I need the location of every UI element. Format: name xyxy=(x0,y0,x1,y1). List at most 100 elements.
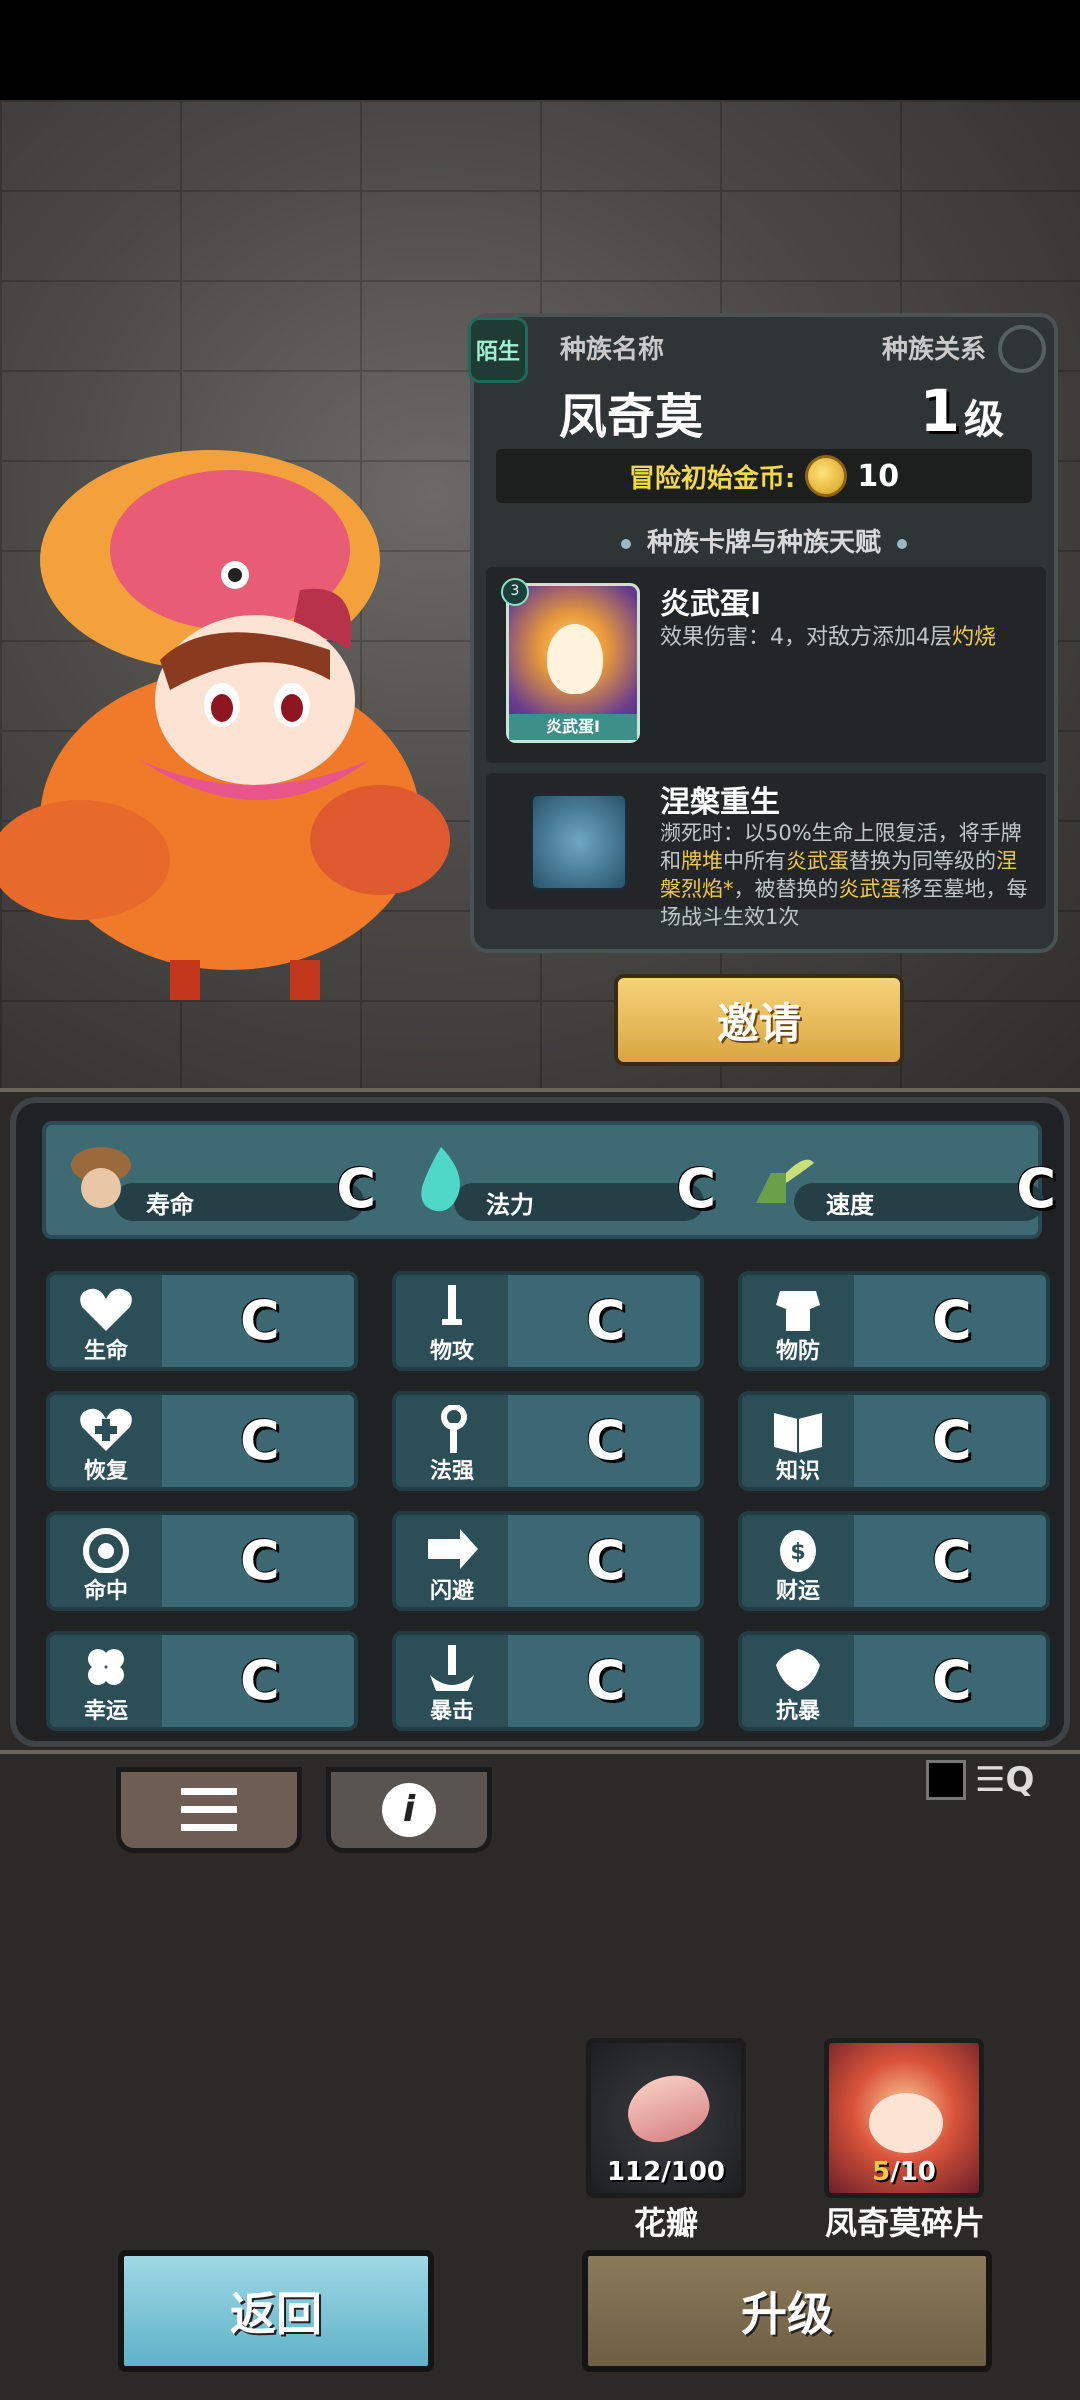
stat-name: 暴击 xyxy=(429,1699,474,1724)
swirl-icon xyxy=(998,325,1046,373)
dot-icon xyxy=(897,538,907,549)
talent-desc-keyword: 炎武蛋 xyxy=(838,877,902,901)
resource-shard[interactable]: 5/10 xyxy=(824,2038,984,2198)
stat-cell-magic-power[interactable]: 法强 C xyxy=(392,1391,704,1491)
blue-flame-icon xyxy=(421,1147,460,1212)
tab-list[interactable] xyxy=(116,1767,302,1853)
starting-gold-value: 10 xyxy=(857,458,900,494)
card-image-caption: 炎武蛋I xyxy=(509,714,637,740)
stat-grade: C xyxy=(240,1649,280,1712)
stat-cell-hp[interactable]: 生命 C xyxy=(46,1271,358,1371)
race-relation-label: 种族关系 xyxy=(881,335,986,365)
stat-name: 法力 xyxy=(486,1191,534,1219)
stat-grade: C xyxy=(586,1649,626,1712)
stat-grade: C xyxy=(586,1409,626,1472)
dot-icon xyxy=(620,538,631,549)
stat-name: 物攻 xyxy=(429,1339,474,1364)
stat-cell-regen[interactable]: 恢复 C xyxy=(46,1391,358,1491)
heart-plus-icon xyxy=(80,1408,132,1451)
race-card-row[interactable]: 3 炎武蛋I 炎武蛋I 效果伤害：4，对敌方添加4层灼烧 xyxy=(486,567,1046,763)
stat-grade: C xyxy=(932,1529,972,1592)
resource-count-current: 5 xyxy=(872,2157,891,2187)
talent-desc-text: 中所有 xyxy=(723,849,786,873)
stat-cell-accuracy[interactable]: 命中 C xyxy=(46,1511,358,1611)
stat-grade: C xyxy=(932,1409,972,1472)
relation-tag-badge: 陌生 xyxy=(468,317,528,383)
main-stat-speed[interactable]: 速度 C xyxy=(746,1143,1066,1221)
starting-gold-label: 冒险初始金币: xyxy=(628,463,796,494)
talent-desc-text: ，被替换的 xyxy=(733,877,839,901)
book-icon xyxy=(774,1413,822,1453)
talent-desc-text: 替换为同等级的 xyxy=(849,849,996,873)
list-icon xyxy=(181,1788,237,1832)
shield-flower-icon xyxy=(776,1649,820,1691)
resource-petal[interactable]: 112/100 xyxy=(586,2038,746,2198)
card-desc-text: 效果伤害：4，对敌方添加4层 xyxy=(660,625,952,650)
section-title: 种族卡牌与种族天赋 xyxy=(474,522,1054,559)
main-stat-mana[interactable]: 法力 C xyxy=(406,1143,726,1221)
stat-cell-fortune[interactable]: $ 财运 C xyxy=(738,1511,1050,1611)
sword-icon xyxy=(442,1285,462,1325)
stat-cell-crit[interactable]: 暴击 C xyxy=(392,1631,704,1731)
target-icon xyxy=(83,1528,129,1573)
flame-egg-icon xyxy=(547,624,603,694)
stat-cell-dodge[interactable]: 闪避 C xyxy=(392,1511,704,1611)
stat-name: 抗暴 xyxy=(775,1699,820,1724)
filter-search-icon[interactable]: ☰Q xyxy=(975,1760,1045,1804)
stat-cell-crit-resist[interactable]: 抗暴 C xyxy=(738,1631,1050,1731)
race-card-image[interactable]: 3 炎武蛋I xyxy=(501,578,640,743)
tab-info[interactable]: i xyxy=(326,1767,492,1853)
panel-frame-bottom xyxy=(0,1750,1080,1754)
race-level: 1 级 xyxy=(920,377,1004,445)
resource-label: 花瓣 xyxy=(633,2204,698,2242)
stat-name: 物防 xyxy=(775,1339,820,1364)
stat-name: 生命 xyxy=(83,1339,128,1364)
section-title-text: 种族卡牌与种族天赋 xyxy=(646,528,881,558)
filter-checkbox[interactable] xyxy=(926,1760,966,1800)
stat-name: 法强 xyxy=(429,1459,474,1484)
resource-count: 112/100 xyxy=(606,2157,726,2187)
card-desc-keyword: 灼烧 xyxy=(952,625,997,650)
panel-frame-top xyxy=(0,1088,1080,1092)
stat-name: 命中 xyxy=(83,1579,128,1604)
talent-desc-keyword: 炎武蛋 xyxy=(786,849,849,873)
stat-name: 速度 xyxy=(826,1191,874,1219)
stat-grade: C xyxy=(932,1289,972,1352)
stat-cell-luck[interactable]: 幸运 C xyxy=(46,1631,358,1731)
starting-gold-bar: 冒险初始金币: 10 xyxy=(496,449,1032,503)
stat-grade: C xyxy=(1016,1157,1056,1220)
phoenix-character-art xyxy=(0,450,450,1000)
staff-icon xyxy=(441,1405,467,1453)
stat-grade: C xyxy=(240,1529,280,1592)
invite-button[interactable]: 邀请 xyxy=(614,974,904,1066)
talent-desc-keyword: 牌堆 xyxy=(681,849,723,873)
crit-icon xyxy=(430,1645,474,1691)
svg-text:$: $ xyxy=(790,1540,805,1565)
upgrade-button[interactable]: 升级 xyxy=(582,2250,992,2372)
stat-grade: C xyxy=(676,1157,716,1220)
heart-icon xyxy=(80,1288,132,1331)
status-bar xyxy=(0,0,1080,100)
stat-grade: C xyxy=(240,1289,280,1352)
winged-boot-icon xyxy=(756,1159,814,1203)
gold-coin-icon xyxy=(805,455,848,497)
stat-cell-phys-atk[interactable]: 物攻 C xyxy=(392,1271,704,1371)
race-info-panel: 陌生 种族名称 种族关系 凤奇莫 1 级 冒险初始金币: 10 种族卡牌与种族天… xyxy=(468,313,1058,953)
stat-name: 知识 xyxy=(775,1459,820,1484)
race-talent-row[interactable]: 涅槃重生 濒死时：以50%生命上限复活，将手牌和牌堆中所有炎武蛋替换为同等级的涅… xyxy=(486,773,1046,929)
info-icon: i xyxy=(382,1783,436,1837)
level-unit: 级 xyxy=(964,397,1004,443)
stat-grade: C xyxy=(336,1157,376,1220)
stat-name: 幸运 xyxy=(83,1699,128,1724)
stat-grade: C xyxy=(586,1529,626,1592)
main-stat-lifespan[interactable]: 寿命 C xyxy=(66,1143,386,1221)
stat-grade: C xyxy=(586,1289,626,1352)
main-stats-bar: 寿命 C 法力 C 速度 C xyxy=(42,1121,1056,1239)
card-description: 效果伤害：4，对敌方添加4层灼烧 xyxy=(660,623,1036,653)
card-title: 炎武蛋I xyxy=(660,587,762,622)
stat-cell-phys-def[interactable]: 物防 C xyxy=(738,1271,1050,1371)
stat-name: 闪避 xyxy=(429,1579,474,1604)
armor-icon xyxy=(776,1291,820,1331)
back-button[interactable]: 返回 xyxy=(118,2250,434,2372)
stat-cell-knowledge[interactable]: 知识 C xyxy=(738,1391,1050,1491)
